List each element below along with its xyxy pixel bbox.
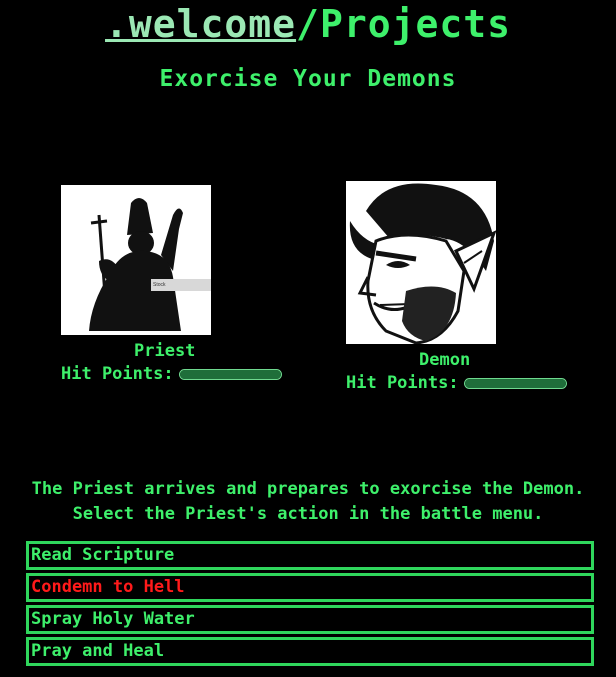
priest-portrait: Stock [61, 185, 211, 335]
breadcrumb-separator: / [296, 2, 320, 46]
demon-name: Demon [419, 350, 471, 370]
demon-portrait [346, 181, 496, 344]
demon-face-icon [346, 181, 496, 344]
page-header: .welcome/Projects [0, 2, 616, 46]
action-pray-and-heal[interactable]: Pray and Heal [26, 637, 594, 666]
priest-hp-row: Hit Points: [61, 364, 282, 384]
priest-hp-fill [179, 369, 281, 379]
home-link[interactable]: .welcome [105, 2, 296, 46]
action-spray-holy-water[interactable]: Spray Holy Water [26, 605, 594, 634]
narration-line-2: Select the Priest's action in the battle… [72, 504, 544, 524]
demon-card: Demon Hit Points: [346, 181, 567, 393]
demon-hp-label: Hit Points: [346, 373, 459, 393]
breadcrumb-page: Projects [319, 2, 511, 46]
action-read-scripture[interactable]: Read Scripture [26, 541, 594, 570]
game-title: Exorcise Your Demons [159, 66, 457, 92]
battle-menu: Read Scripture Condemn to Hell Spray Hol… [26, 541, 594, 669]
priest-name: Priest [134, 341, 196, 361]
demon-hp-fill [464, 378, 566, 388]
priest-hp-label: Hit Points: [61, 364, 174, 384]
stock-caption: Stock [153, 282, 166, 288]
priest-card: Stock Priest Hit Points: [61, 185, 282, 384]
priest-hp-bar [178, 368, 282, 380]
priest-silhouette-icon: Stock [61, 185, 211, 335]
battle-narration: The Priest arrives and prepares to exorc… [0, 477, 616, 527]
action-condemn-to-hell[interactable]: Condemn to Hell [26, 573, 594, 602]
demon-hp-row: Hit Points: [346, 373, 567, 393]
demon-hp-bar [463, 377, 567, 389]
narration-line-1: The Priest arrives and prepares to exorc… [31, 479, 585, 499]
